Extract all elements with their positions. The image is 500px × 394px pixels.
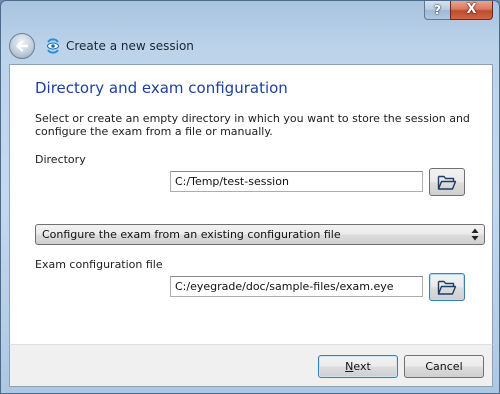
wizard-page: Directory and exam configuration Select …: [9, 64, 493, 344]
exam-config-input[interactable]: C:/eyegrade/doc/sample-files/exam.eye: [170, 276, 423, 297]
back-button[interactable]: [9, 33, 35, 59]
directory-label: Directory: [35, 153, 86, 166]
close-button[interactable]: X: [450, 1, 493, 20]
folder-open-icon: [437, 175, 457, 190]
directory-input[interactable]: C:/Temp/test-session: [170, 171, 423, 192]
next-label: ext: [353, 360, 371, 373]
eyegrade-app-icon: [47, 38, 59, 54]
dialog-window: ? X Create a new session Directory and e…: [0, 0, 500, 394]
back-arrow-icon: [16, 40, 29, 52]
cancel-button[interactable]: Cancel: [404, 355, 484, 378]
button-bar: Next Cancel: [9, 344, 493, 387]
page-description: Select or create an empty directory in w…: [35, 112, 470, 138]
folder-open-icon: [437, 280, 457, 295]
directory-browse-button[interactable]: [429, 168, 465, 196]
wizard-header: Create a new session: [9, 31, 493, 61]
exam-config-label: Exam configuration file: [35, 258, 163, 271]
next-button[interactable]: Next: [318, 355, 398, 378]
exam-config-browse-button[interactable]: [429, 273, 465, 301]
help-button[interactable]: ?: [424, 1, 450, 20]
wizard-title: Create a new session: [66, 39, 194, 53]
config-mode-selected: Configure the exam from an existing conf…: [42, 228, 341, 241]
updown-arrows-icon: [471, 228, 479, 241]
caption-buttons: ? X: [424, 1, 493, 20]
config-mode-select[interactable]: Configure the exam from an existing conf…: [35, 224, 485, 245]
page-title: Directory and exam configuration: [35, 79, 288, 97]
